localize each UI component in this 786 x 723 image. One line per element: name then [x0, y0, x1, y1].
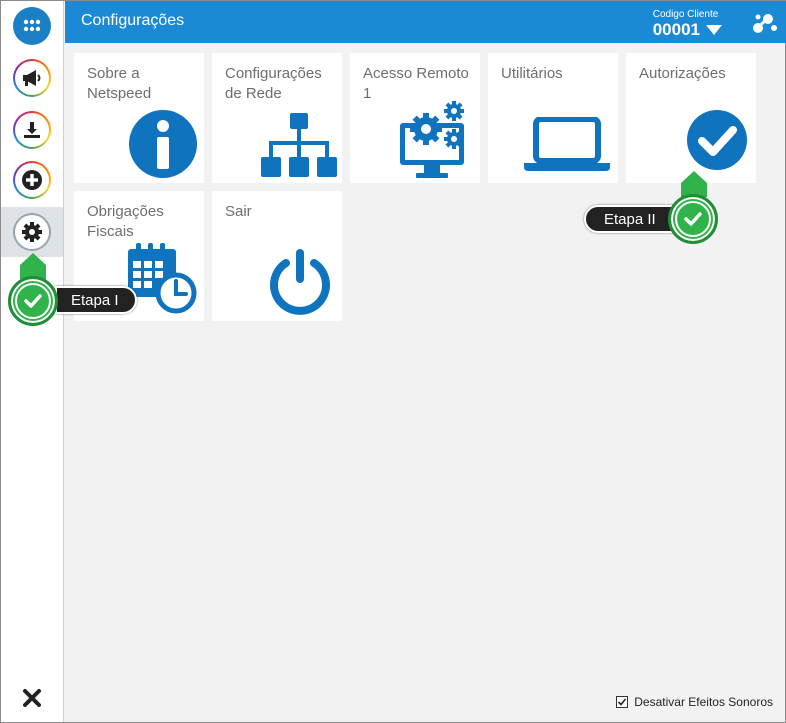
checkbox-check-icon — [618, 698, 627, 706]
sidebar — [1, 1, 64, 722]
calendar-clock-icon — [126, 243, 198, 320]
tile-label: Sair — [225, 203, 252, 220]
client-label: Codigo Cliente — [652, 9, 719, 20]
sidebar-item-add[interactable] — [1, 155, 63, 205]
step-2-badge — [668, 194, 718, 244]
client-selector[interactable]: Codigo Cliente 00001 — [653, 9, 722, 40]
callout-step-1-label: Etapa I — [71, 291, 119, 309]
tile-acesso-remoto[interactable]: Acesso Remoto 1 — [350, 53, 480, 183]
plus-circle-icon — [15, 163, 49, 197]
grid-icon — [13, 7, 51, 45]
callout-step-1: Etapa I — [55, 286, 137, 314]
close-icon — [23, 689, 41, 707]
tile-label: Autorizações — [639, 65, 726, 82]
tile-label: Utilitários — [501, 65, 563, 82]
info-icon — [128, 109, 198, 184]
close-button[interactable] — [1, 679, 63, 717]
header-bar: Configurações Codigo Cliente 00001 — [65, 1, 786, 43]
sidebar-item-downloads[interactable] — [1, 105, 63, 155]
tile-label: Configurações de Rede — [225, 65, 322, 102]
sound-effects-checkbox[interactable] — [616, 696, 629, 708]
network-icon — [260, 113, 338, 184]
tile-configuracoes-rede[interactable]: Configurações de Rede — [212, 53, 342, 183]
tile-label: Obrigações Fiscais — [87, 203, 164, 240]
client-code: 00001 — [652, 20, 700, 39]
sidebar-item-apps[interactable] — [1, 1, 63, 51]
checkmark-icon — [675, 201, 711, 237]
sound-effects-label: Desativar Efeitos Sonoros — [634, 695, 773, 709]
sound-effects-toggle[interactable]: Desativar Efeitos Sonoros — [616, 695, 773, 709]
megaphone-icon — [15, 61, 49, 95]
callout-step-2-label: Etapa II — [604, 210, 656, 228]
tile-sobre-netspeed[interactable]: Sobre a Netspeed — [74, 53, 204, 183]
download-icon — [15, 113, 49, 147]
check-circle-icon — [686, 109, 748, 176]
page-title: Configurações — [81, 12, 185, 29]
power-icon — [266, 247, 334, 322]
checkmark-icon — [15, 283, 51, 319]
sidebar-item-announcements[interactable] — [1, 53, 63, 103]
tile-sair[interactable]: Sair — [212, 191, 342, 321]
remote-gears-icon — [398, 97, 470, 186]
app-window: Configurações Codigo Cliente 00001 Sobre… — [0, 0, 786, 723]
chevron-down-icon[interactable] — [706, 25, 722, 35]
brand-logo-icon — [752, 12, 778, 39]
gear-icon — [15, 215, 49, 249]
step-1-badge — [8, 276, 58, 326]
laptop-icon — [524, 116, 610, 178]
tile-label: Sobre a Netspeed — [87, 65, 152, 102]
tile-autorizacoes[interactable]: Autorizações — [626, 53, 756, 183]
sidebar-item-settings[interactable] — [1, 207, 63, 257]
tile-utilitarios[interactable]: Utilitários — [488, 53, 618, 183]
